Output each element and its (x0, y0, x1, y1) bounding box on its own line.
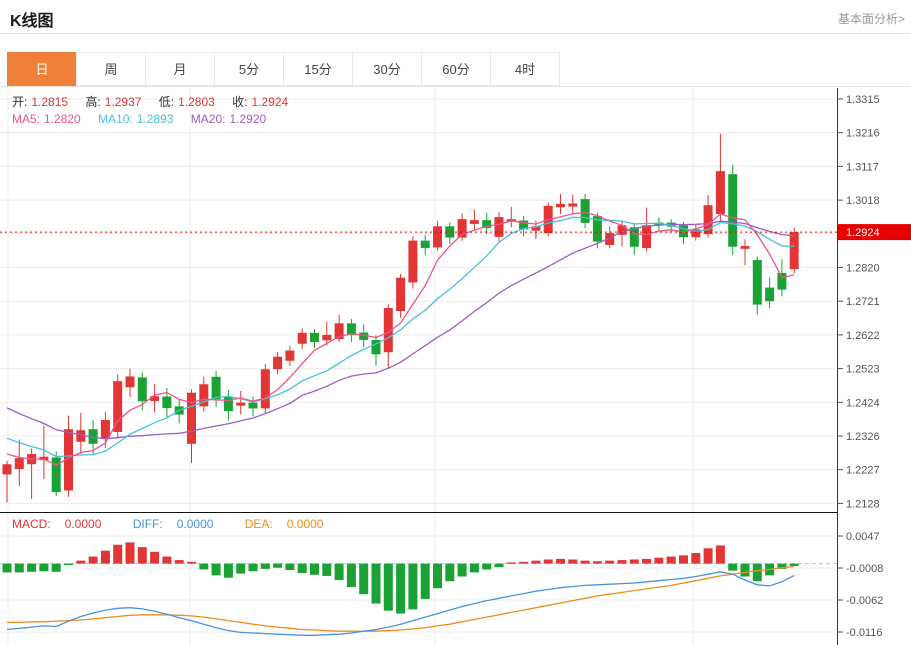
candlestick-chart[interactable]: 1.3315 1.3216 1.3117 1.3018 1.2820 1.2721 1.26… (0, 88, 911, 512)
ma5-line (7, 213, 794, 466)
last-price-tag: 1.2924 (838, 224, 911, 240)
svg-text:1.3117: 1.3117 (846, 161, 879, 173)
page-header: K线图 基本面分析> (0, 0, 911, 34)
svg-text:1.2523: 1.2523 (846, 364, 880, 376)
svg-text:1.2424: 1.2424 (846, 397, 880, 409)
svg-text:1.2326: 1.2326 (846, 431, 880, 443)
candles-group (3, 134, 799, 503)
svg-text:-0.0116: -0.0116 (846, 627, 883, 639)
svg-text:1.2721: 1.2721 (846, 296, 880, 308)
tab-30分[interactable]: 30分 (352, 52, 422, 86)
macd-axis-labels: 0.0047 -0.0008 -0.0062 -0.0116 (837, 531, 883, 639)
tab-15分[interactable]: 15分 (283, 52, 353, 86)
svg-text:1.2924: 1.2924 (846, 227, 880, 239)
fundamental-analysis-link[interactable]: 基本面分析> (838, 10, 905, 27)
svg-text:1.3018: 1.3018 (846, 195, 880, 207)
tabs-underline (0, 86, 911, 87)
svg-text:1.2128: 1.2128 (846, 498, 880, 510)
tab-周[interactable]: 周 (76, 52, 146, 86)
svg-text:1.3315: 1.3315 (846, 94, 880, 106)
svg-text:-0.0062: -0.0062 (846, 595, 883, 607)
tab-60分[interactable]: 60分 (421, 52, 491, 86)
macd-chart[interactable]: 0.0047 -0.0008 -0.0062 -0.0116 (0, 512, 911, 645)
macd-bars (3, 542, 799, 613)
svg-text:1.3216: 1.3216 (846, 128, 880, 140)
svg-text:1.2227: 1.2227 (846, 465, 880, 477)
tab-日[interactable]: 日 (7, 52, 77, 86)
svg-text:1.2622: 1.2622 (846, 330, 880, 342)
period-tabs: 日周月5分15分30分60分4时 (8, 52, 560, 86)
page-title: K线图 (10, 7, 54, 31)
tab-4时[interactable]: 4时 (490, 52, 560, 86)
svg-text:1.2820: 1.2820 (846, 263, 880, 275)
tab-5分[interactable]: 5分 (214, 52, 284, 86)
ma10-line (7, 217, 794, 456)
tab-月[interactable]: 月 (145, 52, 215, 86)
kline-page: K线图 基本面分析> 日周月5分15分30分60分4时 开:1.2815 高:1… (0, 0, 911, 645)
svg-text:-0.0008: -0.0008 (846, 563, 883, 575)
svg-text:0.0047: 0.0047 (846, 531, 880, 543)
price-axis-labels: 1.3315 1.3216 1.3117 1.3018 1.2820 1.2721 1.26… (837, 94, 880, 510)
main-gridlines (0, 88, 837, 512)
macd-gridlines (0, 513, 837, 645)
